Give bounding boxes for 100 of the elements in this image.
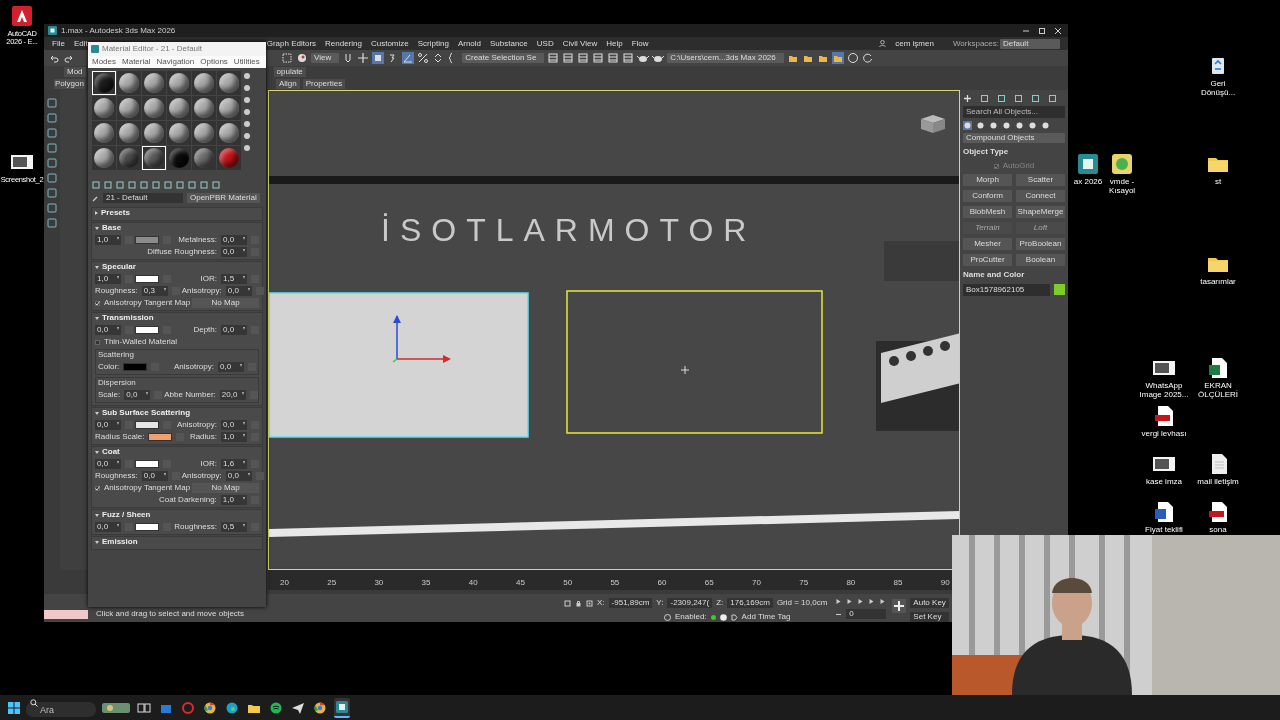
auto-key-button[interactable]: Auto Key <box>910 598 949 608</box>
rollout-title[interactable]: Emission <box>102 537 138 547</box>
icon-label[interactable]: EKRAN ÖLÇÜLERİ <box>1194 382 1242 400</box>
color-swatch[interactable] <box>135 523 159 531</box>
material-type-button[interactable]: OpenPBR Material <box>187 193 260 203</box>
rollout-title[interactable]: Specular <box>102 262 136 272</box>
set-key-button[interactable] <box>892 599 907 613</box>
color-swatch[interactable] <box>1054 284 1065 295</box>
collapse-arrow-icon[interactable] <box>95 513 99 517</box>
word-document-icon[interactable] <box>1152 500 1176 524</box>
coordinate-field[interactable]: 176,169cm <box>727 598 773 608</box>
number-spinner[interactable]: 0,0 <box>225 471 252 481</box>
category-dropdown[interactable]: Compound Objects <box>963 133 1065 143</box>
color-swatch[interactable] <box>135 326 159 334</box>
object-type-button[interactable]: BlobMesh <box>963 206 1012 218</box>
collapse-arrow-icon[interactable] <box>95 411 99 415</box>
history-icon[interactable] <box>846 52 859 64</box>
number-spinner[interactable]: 0,5 <box>221 522 247 532</box>
object-type-button[interactable]: Mesher <box>963 238 1012 250</box>
map-button[interactable]: No Map <box>192 483 259 493</box>
angle-snap-icon[interactable] <box>402 52 415 64</box>
collapse-arrow-icon[interactable] <box>95 211 98 215</box>
rollout-title[interactable]: Presets <box>101 208 130 218</box>
number-spinner[interactable]: 1,0 <box>95 274 121 284</box>
workspace-dropdown[interactable]: Default <box>1000 38 1060 49</box>
frame-field[interactable]: 0 <box>846 609 887 619</box>
opera-icon[interactable] <box>180 700 196 715</box>
ribbon-button[interactable]: Polygon <box>54 79 85 89</box>
name-field[interactable]: Box1578962105 <box>963 284 1050 296</box>
search-field[interactable]: Search All Objects... <box>963 106 1065 118</box>
checkbox[interactable] <box>95 485 100 491</box>
menu-item[interactable]: Flow <box>631 39 649 48</box>
menu-item[interactable]: Edit <box>73 39 88 48</box>
number-spinner[interactable]: 0,0 <box>221 247 247 257</box>
number-spinner[interactable]: 0,3 <box>141 286 168 296</box>
color-swatch[interactable] <box>123 363 148 371</box>
app-icon[interactable] <box>334 699 350 714</box>
view-dropdown[interactable]: View <box>311 53 340 63</box>
autocad-app-icon[interactable] <box>10 4 34 28</box>
chrome-icon[interactable] <box>202 700 218 715</box>
search-field[interactable]: Ara <box>26 702 96 717</box>
menu-item[interactable]: Substance <box>490 39 528 48</box>
start-icon[interactable] <box>8 701 20 714</box>
menu-item[interactable]: Utilities <box>233 56 260 68</box>
color-swatch[interactable] <box>135 421 159 429</box>
menu-item[interactable]: Navigation <box>156 56 195 68</box>
menu-item[interactable]: Options <box>200 56 228 68</box>
icon-label[interactable]: sona <box>1209 526 1227 535</box>
icon-label[interactable]: mail iletişim <box>1197 478 1239 487</box>
lock-icon[interactable] <box>575 599 582 607</box>
menu-item[interactable]: Arnold <box>457 39 481 48</box>
spreadsheet-icon[interactable] <box>1206 356 1230 380</box>
number-spinner[interactable]: 1,0 <box>220 495 247 505</box>
pdf-file-icon[interactable] <box>1206 500 1230 524</box>
number-spinner[interactable]: 0,0 <box>95 325 121 335</box>
script-listener-field[interactable] <box>44 610 88 619</box>
create-icon[interactable] <box>963 94 972 103</box>
coordinate-field[interactable]: -951,89cm <box>608 598 653 608</box>
menu-item[interactable]: Scripting <box>417 39 449 48</box>
percent-snap-icon[interactable] <box>417 52 430 64</box>
menu-item[interactable]: Customize <box>370 39 409 48</box>
checkbox[interactable] <box>95 300 100 306</box>
color-swatch[interactable] <box>148 433 173 441</box>
number-spinner[interactable]: 1,0 <box>221 432 247 442</box>
user-name[interactable]: cem işmen <box>895 39 934 48</box>
add-time-tag-link[interactable]: Add Time Tag <box>741 612 791 622</box>
object-type-button[interactable]: Scatter <box>1016 174 1065 186</box>
menu-item[interactable]: USD <box>536 39 554 48</box>
shortcut-icon[interactable] <box>1110 152 1134 176</box>
tag-icon[interactable] <box>730 613 738 621</box>
project-path-dropdown[interactable]: C:\Users\cem...3ds Max 2026 <box>667 53 784 63</box>
coordinate-field[interactable]: -2309,247( <box>667 598 713 608</box>
rollout-title[interactable]: Sub Surface Scattering <box>102 408 191 418</box>
number-spinner[interactable]: 0,0 <box>221 325 247 335</box>
number-spinner[interactable]: 20,0 <box>219 390 246 400</box>
ribbon-tab[interactable]: Mod <box>64 67 86 77</box>
rollout-title[interactable]: Name and Color <box>963 269 1065 281</box>
close-icon[interactable] <box>1052 26 1064 35</box>
number-spinner[interactable]: 0,0 <box>225 286 252 296</box>
number-spinner[interactable]: 0,0 <box>218 362 244 372</box>
object-type-button[interactable]: ProCutter <box>963 254 1012 266</box>
ribbon-tab[interactable]: opulate <box>273 67 306 77</box>
icon-label[interactable]: tasarımlar <box>1200 278 1236 287</box>
paper-plane-icon[interactable] <box>290 700 306 715</box>
selection-rectangle[interactable] <box>566 290 823 434</box>
ribbon-button[interactable]: Properties <box>302 79 346 89</box>
object-type-button[interactable]: Conform <box>963 190 1012 202</box>
color-swatch[interactable] <box>135 236 159 244</box>
move-icon[interactable] <box>357 52 370 64</box>
number-spinner[interactable]: 0,0 <box>221 235 247 245</box>
menu-item[interactable]: File <box>52 39 65 48</box>
rollout-title[interactable]: Fuzz / Sheen <box>102 510 151 520</box>
menu-item[interactable]: Graph Editors <box>266 39 317 48</box>
menu-item[interactable]: Rendering <box>325 39 362 48</box>
icon-label[interactable]: Geri Dönüşü... <box>1194 80 1242 98</box>
number-spinner[interactable]: 1,6 <box>221 459 247 469</box>
ribbon-button[interactable]: Align <box>275 79 300 89</box>
toggle-icon[interactable] <box>719 613 727 621</box>
object-type-button[interactable]: Morph <box>963 174 1012 186</box>
collapse-arrow-icon[interactable] <box>95 226 99 230</box>
